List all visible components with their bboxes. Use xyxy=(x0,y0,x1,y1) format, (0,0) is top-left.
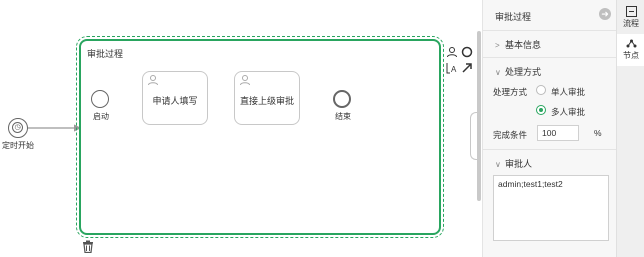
user-icon xyxy=(148,75,158,86)
subprocess-title: 审批过程 xyxy=(87,49,124,59)
task-label: 申请人填写 xyxy=(152,96,198,106)
task-applicant-fill[interactable]: 申请人填写 xyxy=(142,71,208,125)
section-label: 处理方式 xyxy=(505,67,542,77)
panel-title: 审批过程 xyxy=(495,12,532,22)
append-user-task-icon[interactable] xyxy=(446,46,458,58)
start-event-label: 启动 xyxy=(93,112,109,121)
panel-header: 审批过程 ➜ xyxy=(483,0,617,30)
task-direct-superior-approval[interactable]: 直接上级审批 xyxy=(234,71,300,125)
completion-condition-label: 完成条件 xyxy=(493,130,528,140)
flow-icon xyxy=(625,6,637,17)
divider xyxy=(483,30,617,31)
tab-node[interactable]: 节点 xyxy=(617,34,644,66)
properties-panel: 审批过程 ➜ > 基本信息 ∨ 处理方式 处理方式 单人审批 多人审批 完成条件 1… xyxy=(482,0,617,257)
node-icon xyxy=(626,39,636,48)
chevron-down-icon: ∨ xyxy=(495,160,501,169)
canvas-scrollbar[interactable] xyxy=(477,31,481,201)
divider xyxy=(483,57,617,58)
user-icon xyxy=(240,75,250,86)
task-label: 直接上级审批 xyxy=(239,96,294,106)
timer-start-event[interactable]: ◷ xyxy=(8,118,28,138)
svg-text:A: A xyxy=(451,65,457,74)
completion-unit: % xyxy=(594,128,602,138)
subprocess-approval[interactable]: 审批过程 xyxy=(76,36,444,238)
right-tab-rail: 流程 节点 xyxy=(616,0,644,257)
tab-node-label: 节点 xyxy=(623,51,639,60)
radio-single-label: 单人审批 xyxy=(551,87,586,97)
trash-icon[interactable] xyxy=(82,240,94,253)
radio-multi-label: 多人审批 xyxy=(551,107,586,117)
end-event-label: 结束 xyxy=(335,112,351,121)
radio-multi-approval[interactable] xyxy=(536,105,546,115)
section-process-mode[interactable]: ∨ 处理方式 xyxy=(495,65,541,78)
text-annotation-icon[interactable]: A xyxy=(446,62,458,74)
process-canvas[interactable]: ◷ 定时开始 审批过程 启动 申请人填写 直接上级审批 结束 A xyxy=(0,0,478,257)
completion-condition-input[interactable]: 100 xyxy=(537,125,579,141)
radio-single-approval[interactable] xyxy=(536,85,546,95)
process-mode-label: 处理方式 xyxy=(493,87,528,97)
tab-flow[interactable]: 流程 xyxy=(617,2,644,34)
divider xyxy=(483,149,617,150)
connect-arrow-icon[interactable] xyxy=(461,62,473,74)
section-approver[interactable]: ∨ 审批人 xyxy=(495,157,532,170)
section-label: 审批人 xyxy=(505,159,533,169)
section-basic-info[interactable]: > 基本信息 xyxy=(495,38,541,51)
end-event[interactable] xyxy=(333,90,351,108)
context-pad: A xyxy=(444,44,478,78)
approver-textarea[interactable]: admin;test1;test2 xyxy=(493,175,609,241)
section-label: 基本信息 xyxy=(505,40,542,50)
timer-start-label: 定时开始 xyxy=(2,141,34,150)
collapse-arrow-icon[interactable]: ➜ xyxy=(599,8,611,20)
start-event[interactable] xyxy=(91,90,109,108)
timer-icon: ◷ xyxy=(12,122,23,133)
chevron-down-icon: ∨ xyxy=(495,68,501,77)
tab-flow-label: 流程 xyxy=(623,19,639,28)
append-end-event-icon[interactable] xyxy=(461,46,473,58)
chevron-right-icon: > xyxy=(495,41,500,50)
